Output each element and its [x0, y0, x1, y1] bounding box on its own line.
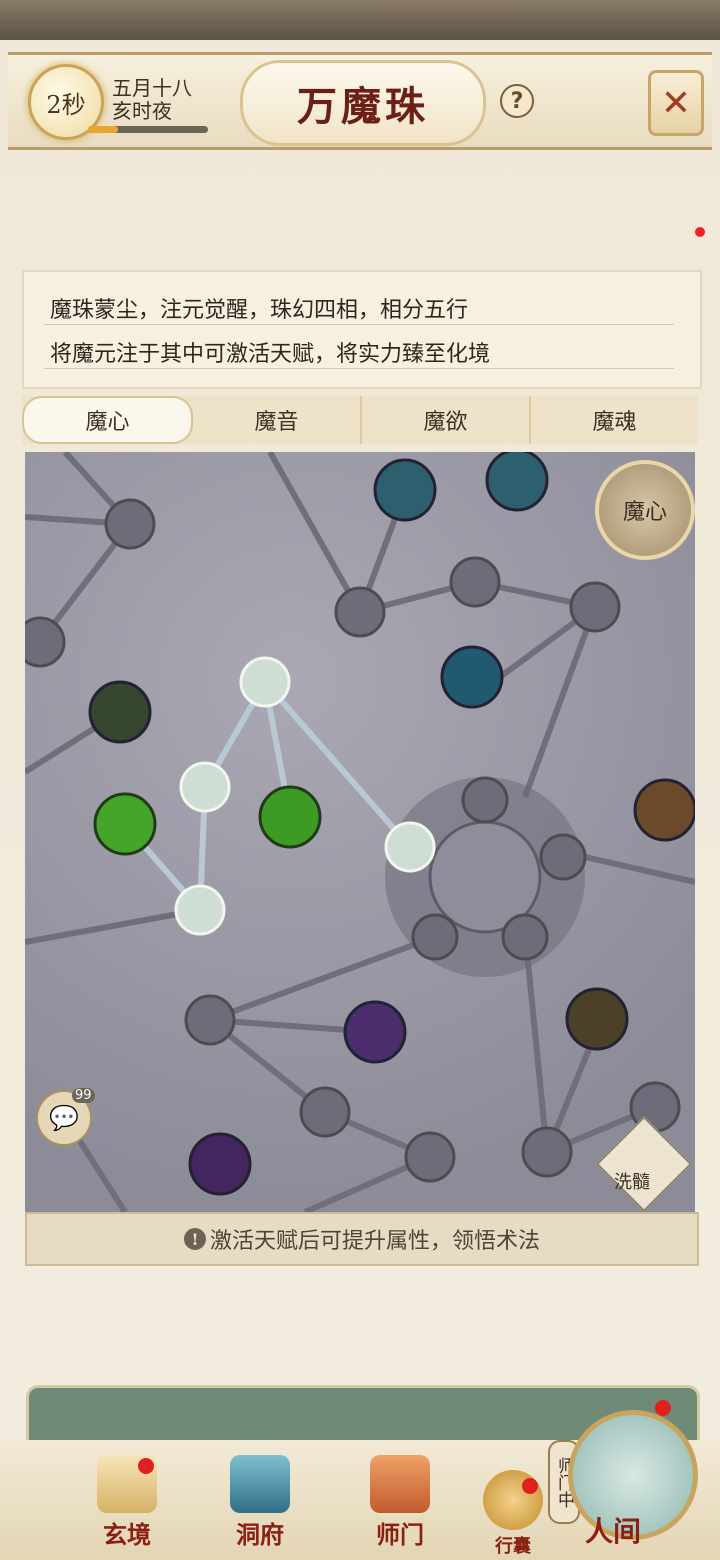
description-line-2: 将魔元注于其中可激活天赋，将实力臻至化境	[50, 342, 491, 367]
close-button[interactable]: ✕	[648, 70, 704, 136]
notification-dot	[695, 227, 705, 237]
hint-bar: ! 激活天赋后可提升属性，领悟术法	[25, 1212, 699, 1266]
tab-mo-xin[interactable]: 魔心	[22, 396, 193, 444]
tab-mo-yu[interactable]: 魔欲	[362, 396, 531, 444]
talent-node[interactable]	[25, 616, 66, 668]
nav-xingnang[interactable]: 行囊	[468, 1470, 558, 1560]
talent-node-lit[interactable]	[93, 792, 157, 856]
time-text: 亥时夜	[112, 99, 172, 123]
talent-node[interactable]	[440, 645, 504, 709]
notification-dot	[655, 1400, 671, 1416]
talent-node[interactable]	[539, 833, 587, 881]
tab-mo-yin[interactable]: 魔音	[193, 396, 362, 444]
help-icon: ?	[510, 88, 524, 114]
close-icon: ✕	[660, 82, 692, 124]
human-world-label: 人间	[585, 1515, 642, 1548]
page-title: 万魔珠	[240, 60, 486, 146]
core-badge-label: 魔心	[622, 500, 667, 525]
talent-node[interactable]	[188, 1132, 252, 1196]
hint-text: 激活天赋后可提升属性，领悟术法	[209, 1229, 540, 1254]
talent-node[interactable]	[411, 913, 459, 961]
tab-mo-hun[interactable]: 魔魂	[531, 396, 698, 444]
time-progress	[88, 126, 208, 133]
talent-map[interactable]	[25, 452, 695, 1212]
tab-bar: 魔心 魔音 魔欲 魔魂	[22, 396, 698, 444]
time-progress-fill	[88, 126, 118, 133]
talent-node[interactable]	[565, 987, 629, 1051]
nav-shimen[interactable]: 师门	[355, 1455, 445, 1550]
chat-count-badge: 99	[72, 1088, 95, 1103]
talent-node[interactable]	[521, 1126, 573, 1178]
talent-node-lit[interactable]	[258, 785, 322, 849]
talent-node[interactable]	[501, 913, 549, 961]
talent-node[interactable]	[449, 556, 501, 608]
notification-dot	[522, 1478, 538, 1494]
talent-node[interactable]	[633, 778, 695, 842]
talent-node-active[interactable]	[179, 761, 231, 813]
talent-node[interactable]	[343, 1000, 407, 1064]
divider	[44, 324, 674, 325]
talent-node[interactable]	[485, 452, 549, 512]
talent-node[interactable]	[569, 581, 621, 633]
talent-node-active[interactable]	[174, 884, 226, 936]
description-panel: 魔珠蒙尘，注元觉醒，珠幻四相，相分五行 将魔元注于其中可激活天赋，将实力臻至化境	[22, 270, 702, 389]
talent-node[interactable]	[104, 498, 156, 550]
banner-icon	[370, 1455, 430, 1513]
talent-node[interactable]	[184, 994, 236, 1046]
talent-node-active[interactable]	[384, 821, 436, 873]
talent-node[interactable]	[299, 1086, 351, 1138]
timer-text: 2秒	[46, 90, 86, 119]
chat-icon: 💬	[49, 1104, 79, 1132]
nav-label: 玄境	[103, 1520, 151, 1549]
page-title-text: 万魔珠	[297, 83, 429, 130]
core-badge[interactable]: 魔心	[595, 460, 695, 560]
nav-xuanjing[interactable]: 玄境	[82, 1455, 172, 1550]
talent-node[interactable]	[461, 776, 509, 824]
screen: 2秒 五月十八 亥时夜 万魔珠 ? ✕ 魔珠蒙尘，注元觉醒，珠幻四相，相分五行 …	[0, 0, 720, 1560]
nav-label: 行囊	[495, 1536, 531, 1557]
alert-icon: !	[183, 1228, 206, 1250]
help-button[interactable]: ?	[500, 84, 534, 118]
nav-label: 洞府	[236, 1520, 284, 1549]
wash-label: 洗髓	[614, 1172, 650, 1193]
talent-node[interactable]	[88, 680, 152, 744]
pavilion-icon	[230, 1455, 290, 1513]
talent-nodes	[25, 452, 695, 1196]
description-line-1: 魔珠蒙尘，注元觉醒，珠幻四相，相分五行	[50, 298, 469, 323]
talent-tree	[25, 452, 695, 1212]
notification-dot	[138, 1458, 154, 1474]
talent-node-active[interactable]	[239, 656, 291, 708]
nav-dongfu[interactable]: 洞府	[215, 1455, 305, 1550]
talent-node[interactable]	[334, 586, 386, 638]
talent-node[interactable]	[404, 1131, 456, 1183]
talent-node[interactable]	[373, 458, 437, 522]
nav-label: 师门	[376, 1520, 424, 1549]
divider	[44, 368, 674, 369]
